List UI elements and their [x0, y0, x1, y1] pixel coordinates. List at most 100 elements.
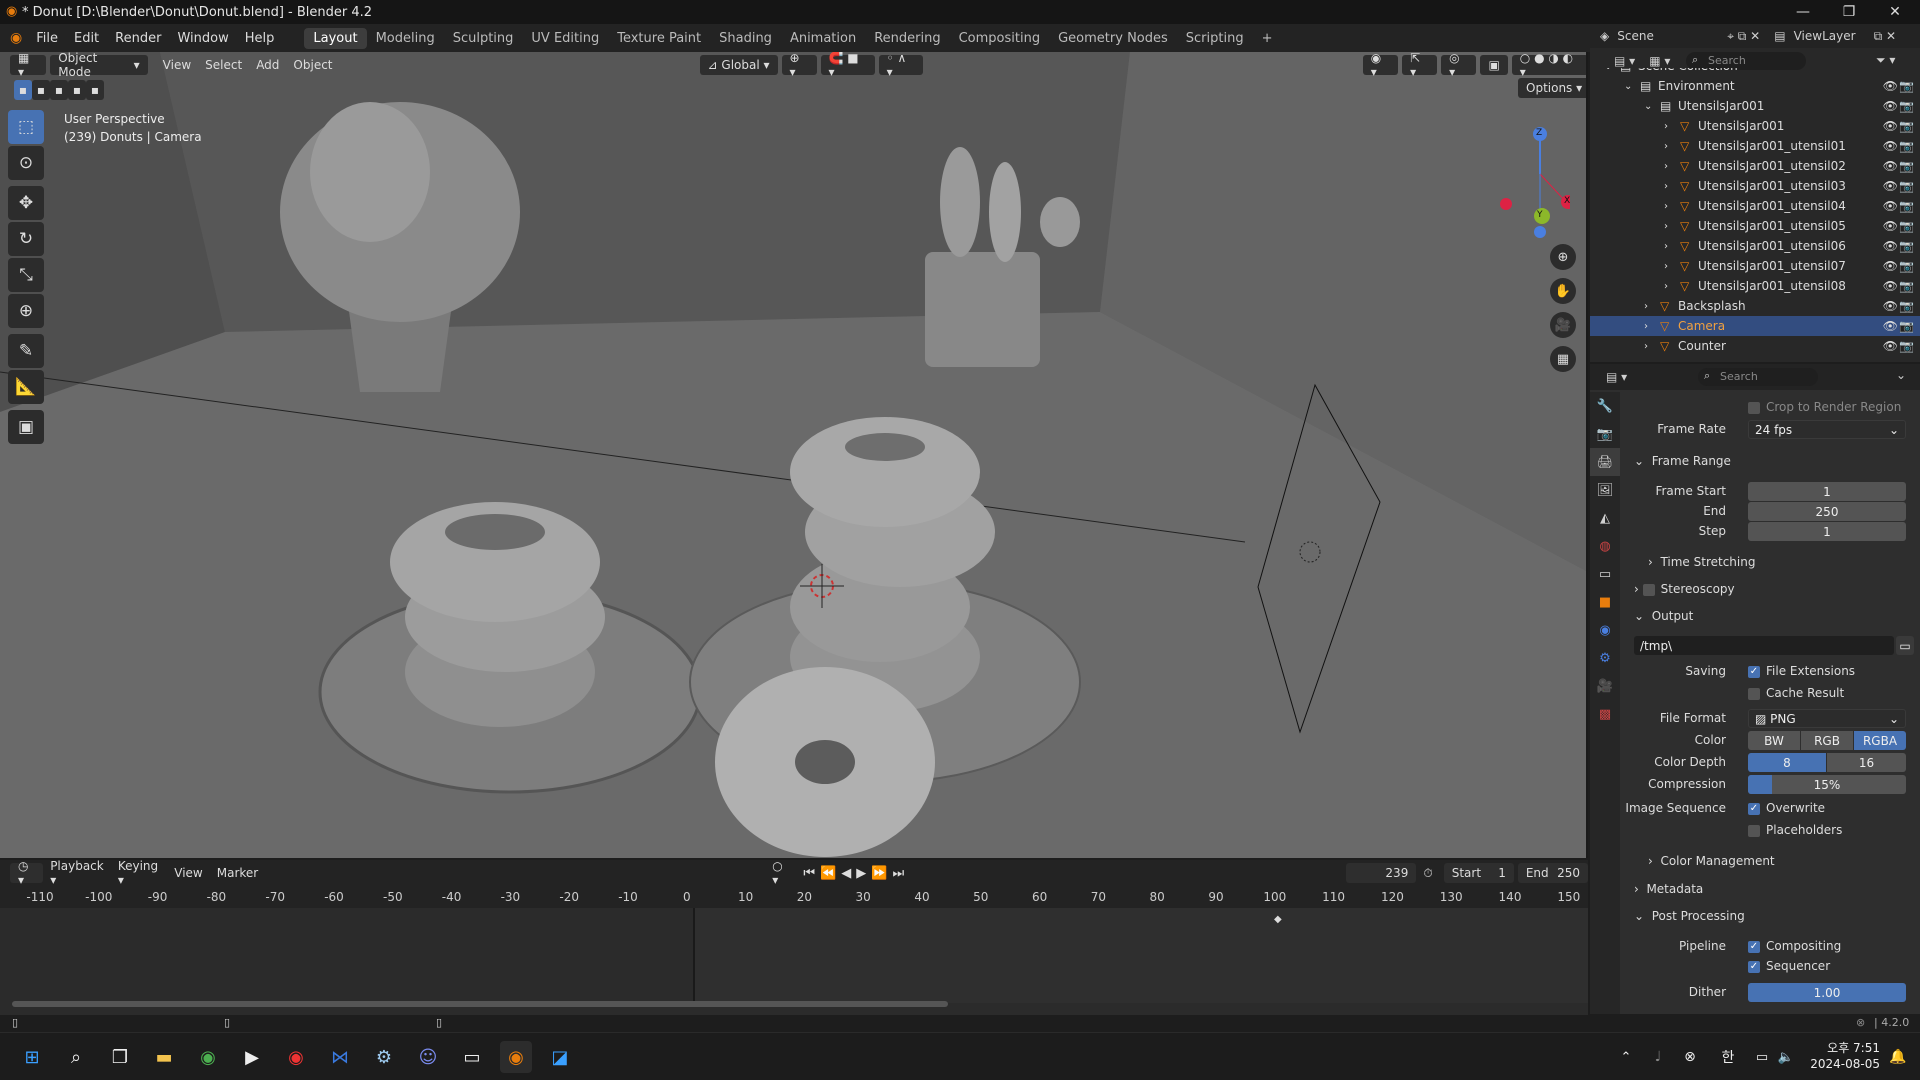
outliner-item[interactable]: › ▽ UtensilsJar001_utensil04 👁 📷	[1590, 196, 1920, 216]
compositing-option[interactable]: ✓ Compositing	[1748, 939, 1841, 953]
tab-rendering[interactable]: Rendering	[865, 28, 949, 49]
display-mode-icon[interactable]: ▦ ▾	[1649, 54, 1670, 68]
color-bw-button[interactable]: BW	[1748, 731, 1800, 750]
menu-select[interactable]: Select	[198, 58, 249, 72]
visibility-eye-icon[interactable]: 👁	[1883, 299, 1898, 313]
post-processing-header[interactable]: ⌄ Post Processing	[1634, 909, 1745, 923]
steam-icon[interactable]: ⚙	[368, 1041, 400, 1073]
visibility-eye-icon[interactable]: 👁	[1883, 179, 1898, 193]
windows-start-icon[interactable]: ⊞	[16, 1041, 48, 1073]
visibility-icon[interactable]: ◉ ▾	[1362, 52, 1399, 79]
filter-icon[interactable]: ⏷ ▾	[1876, 53, 1895, 68]
collection-tab-icon[interactable]: ▭	[1590, 560, 1620, 588]
taskbar-search-icon[interactable]: ⌕	[60, 1041, 92, 1073]
frame-step-field[interactable]: 1	[1748, 522, 1906, 541]
expand-chevron-icon[interactable]: ›	[1664, 281, 1668, 292]
render-camera-icon[interactable]: 📷	[1899, 319, 1914, 333]
output-tab-icon[interactable]: 🖨	[1590, 448, 1620, 476]
transform-orientation-select[interactable]: ⊿ Global ▾	[699, 55, 778, 75]
select-new-icon[interactable]: ▪	[14, 80, 32, 100]
menu-timeline-view[interactable]: View	[167, 866, 209, 880]
tray-app-icon[interactable]: ⊗	[1674, 1041, 1706, 1073]
outliner-item[interactable]: › ▽ UtensilsJar001 👁 📷	[1590, 116, 1920, 136]
outliner-item[interactable]: ⌄ ▤ UtensilsJar001 👁 📷	[1590, 96, 1920, 116]
move-icon[interactable]: ✥	[8, 186, 44, 220]
tab-shading[interactable]: Shading	[710, 28, 781, 49]
depth-16-button[interactable]: 16	[1827, 753, 1906, 772]
discord-icon[interactable]: ☺	[412, 1041, 444, 1073]
render-camera-icon[interactable]: 📷	[1899, 299, 1914, 313]
measure-icon[interactable]: 📐	[8, 370, 44, 404]
expand-chevron-icon[interactable]: ›	[1664, 161, 1668, 172]
modifiers-tab-icon[interactable]: ◉	[1590, 616, 1620, 644]
notification-bell-icon[interactable]: 🔔	[1882, 1041, 1914, 1073]
snap-icon[interactable]: 🧲 ■ ▾	[820, 52, 875, 79]
timeline-editor-icon[interactable]: ◷ ▾	[10, 859, 44, 887]
menu-view[interactable]: View	[156, 58, 198, 72]
render-camera-icon[interactable]: 📷	[1899, 279, 1914, 293]
timeline-editor[interactable]: ◷ ▾ Playback ▾ Keying ▾ View Marker ○ ▾ …	[0, 859, 1588, 1015]
tab-compositing[interactable]: Compositing	[950, 28, 1050, 49]
xray-icon[interactable]: ▣	[1480, 55, 1508, 75]
visibility-eye-icon[interactable]: 👁	[1883, 119, 1898, 133]
overwrite-checkbox[interactable]: ✓	[1748, 802, 1760, 815]
tab-animation[interactable]: Animation	[781, 28, 865, 49]
task-view-icon[interactable]: ❐	[104, 1041, 136, 1073]
file-format-select[interactable]: ▨ PNG ⌄	[1748, 709, 1906, 728]
visibility-eye-icon[interactable]: 👁	[1883, 339, 1898, 353]
object-tab-icon[interactable]: ■	[1590, 588, 1620, 616]
visibility-eye-icon[interactable]: 👁	[1883, 199, 1898, 213]
frame-rate-select[interactable]: 24 fps ⌄	[1748, 420, 1906, 439]
viewlayer-actions-icon[interactable]: ⧉ ✕	[1874, 29, 1896, 44]
add-cube-icon[interactable]: ▣	[8, 410, 44, 444]
tab-scripting[interactable]: Scripting	[1177, 28, 1253, 49]
sequencer-checkbox[interactable]: ✓	[1748, 960, 1760, 973]
outliner-item[interactable]: › ▽ UtensilsJar001_utensil05 👁 📷	[1590, 216, 1920, 236]
end-frame-field[interactable]: End 250	[1517, 863, 1588, 883]
expand-chevron-icon[interactable]: ›	[1644, 341, 1648, 352]
render-camera-icon[interactable]: 📷	[1899, 139, 1914, 153]
ime-indicator[interactable]: 한	[1712, 1041, 1744, 1073]
color-management-header[interactable]: › Color Management	[1648, 854, 1775, 868]
constraints-tab-icon[interactable]: ⚙	[1590, 644, 1620, 672]
cache-result-checkbox[interactable]	[1748, 687, 1760, 700]
visibility-eye-icon[interactable]: 👁	[1883, 219, 1898, 233]
output-header[interactable]: ⌄ Output	[1634, 609, 1693, 623]
cursor-icon[interactable]: ⊙	[8, 146, 44, 180]
folder-icon[interactable]: ▭	[1896, 636, 1914, 655]
rotate-icon[interactable]: ↻	[8, 222, 44, 256]
metadata-header[interactable]: › Metadata	[1634, 882, 1703, 896]
output-path-input[interactable]: /tmp\	[1634, 636, 1894, 655]
transform-icon[interactable]: ⊕	[8, 294, 44, 328]
outliner-item[interactable]: ⌄ ▤ Scene Collection	[1590, 68, 1920, 76]
perspective-grid-icon[interactable]: ▦	[1550, 346, 1576, 372]
data-tab-icon[interactable]: 🎥	[1590, 672, 1620, 700]
stereoscopy-header[interactable]: › Stereoscopy	[1634, 582, 1735, 596]
visibility-eye-icon[interactable]: 👁	[1883, 159, 1898, 173]
visibility-eye-icon[interactable]: 👁	[1883, 279, 1898, 293]
menu-render[interactable]: Render	[107, 31, 169, 46]
view-layer-tab-icon[interactable]: 🖼	[1590, 476, 1620, 504]
color-rgba-button[interactable]: RGBA	[1854, 731, 1906, 750]
color-rgb-button[interactable]: RGB	[1801, 731, 1853, 750]
annotate-icon[interactable]: ✎	[8, 334, 44, 368]
scale-icon[interactable]: ⤡	[8, 258, 44, 292]
blender-menu-icon[interactable]: ◉	[10, 30, 22, 46]
expand-chevron-icon[interactable]: ⌄	[1604, 68, 1612, 72]
menu-edit[interactable]: Edit	[66, 31, 107, 46]
timeline-scrollbar[interactable]	[12, 1001, 948, 1007]
visibility-eye-icon[interactable]: 👁	[1883, 79, 1898, 93]
clock-icon[interactable]: ⏱	[1416, 866, 1439, 881]
placeholders-checkbox[interactable]	[1748, 824, 1760, 837]
youtube-music-icon[interactable]: ◉	[280, 1041, 312, 1073]
media-player-icon[interactable]: ▶	[236, 1041, 268, 1073]
expand-chevron-icon[interactable]: ›	[1644, 321, 1648, 332]
blender-taskbar-icon[interactable]: ◉	[500, 1041, 532, 1073]
camera-view-icon[interactable]: 🎥	[1550, 312, 1576, 338]
menu-keying[interactable]: Keying ▾	[111, 859, 167, 887]
tab-sculpting[interactable]: Sculpting	[444, 28, 523, 49]
visibility-eye-icon[interactable]: 👁	[1883, 139, 1898, 153]
outliner-item[interactable]: › ▽ Counter 👁 📷	[1590, 336, 1920, 356]
chrome-icon[interactable]: ◉	[192, 1041, 224, 1073]
select-subtract-icon[interactable]: ▪	[50, 80, 68, 100]
